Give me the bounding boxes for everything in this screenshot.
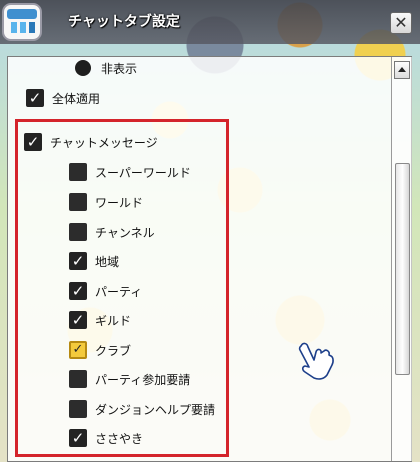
chat-message-label: チャットメッセージ	[50, 135, 158, 150]
title-bar: チャットタブ設定 ✕	[0, 0, 420, 44]
options-list: 非表示 ✓ 全体適用 ✓ チャットメッセージ スーパーワールド ワールド チャン…	[8, 57, 411, 461]
scroll-thumb[interactable]	[395, 163, 410, 375]
option-hide[interactable]: 非表示	[75, 57, 137, 79]
arrow-up-icon	[398, 67, 406, 72]
dungeon-help-checkbox[interactable]	[69, 400, 87, 418]
hand-pointer-icon	[298, 342, 334, 380]
app-logo-icon	[2, 3, 42, 41]
vertical-scrollbar[interactable]	[391, 57, 412, 461]
chat-item-label: ささやき	[95, 431, 144, 446]
club-checkbox[interactable]: ✓	[69, 341, 87, 359]
scroll-up-button[interactable]	[394, 61, 410, 79]
radio-button-icon[interactable]	[75, 60, 91, 76]
chat-item-region[interactable]: ✓ 地域	[69, 250, 119, 272]
chat-item-guild[interactable]: ✓ ギルド	[69, 309, 131, 331]
chat-item-label: ギルド	[95, 313, 132, 328]
channel-checkbox[interactable]	[69, 223, 87, 241]
chat-item-label: スーパーワールド	[95, 165, 191, 180]
chat-item-label: 地域	[95, 254, 120, 269]
settings-panel: 非表示 ✓ 全体適用 ✓ チャットメッセージ スーパーワールド ワールド チャン…	[7, 56, 412, 462]
close-button[interactable]: ✕	[390, 12, 412, 34]
guild-checkbox[interactable]: ✓	[69, 311, 87, 329]
chat-item-dungeon-help[interactable]: ダンジョンヘルプ要請	[69, 398, 215, 420]
option-apply-all-label: 全体適用	[52, 91, 101, 106]
option-hide-label: 非表示	[101, 61, 138, 76]
super-world-checkbox[interactable]	[69, 163, 87, 181]
chat-item-super-world[interactable]: スーパーワールド	[69, 161, 191, 183]
chat-item-whisper[interactable]: ✓ ささやき	[69, 427, 143, 449]
chat-item-party-request[interactable]: パーティ参加要請	[69, 368, 190, 390]
region-checkbox[interactable]: ✓	[69, 252, 87, 270]
chat-item-channel[interactable]: チャンネル	[69, 221, 155, 243]
chat-item-club[interactable]: ✓ クラブ	[69, 339, 131, 361]
chat-item-label: パーティ参加要請	[95, 372, 191, 387]
party-request-checkbox[interactable]	[69, 370, 87, 388]
party-checkbox[interactable]: ✓	[69, 282, 87, 300]
whisper-checkbox[interactable]: ✓	[69, 429, 87, 447]
chat-item-world[interactable]: ワールド	[69, 191, 143, 213]
chat-item-label: ワールド	[95, 195, 144, 210]
chat-item-party[interactable]: ✓ パーティ	[69, 280, 142, 302]
chat-message-checkbox[interactable]: ✓	[24, 133, 42, 151]
chat-item-label: パーティ	[95, 284, 143, 299]
chat-message-header[interactable]: ✓ チャットメッセージ	[24, 131, 158, 153]
chat-item-label: クラブ	[95, 343, 132, 358]
option-apply-all[interactable]: ✓ 全体適用	[26, 87, 100, 109]
apply-all-checkbox[interactable]: ✓	[26, 89, 44, 107]
window-title: チャットタブ設定	[68, 14, 180, 30]
chat-item-label: チャンネル	[95, 225, 155, 240]
world-checkbox[interactable]	[69, 193, 87, 211]
chat-item-label: ダンジョンヘルプ要請	[95, 402, 216, 417]
